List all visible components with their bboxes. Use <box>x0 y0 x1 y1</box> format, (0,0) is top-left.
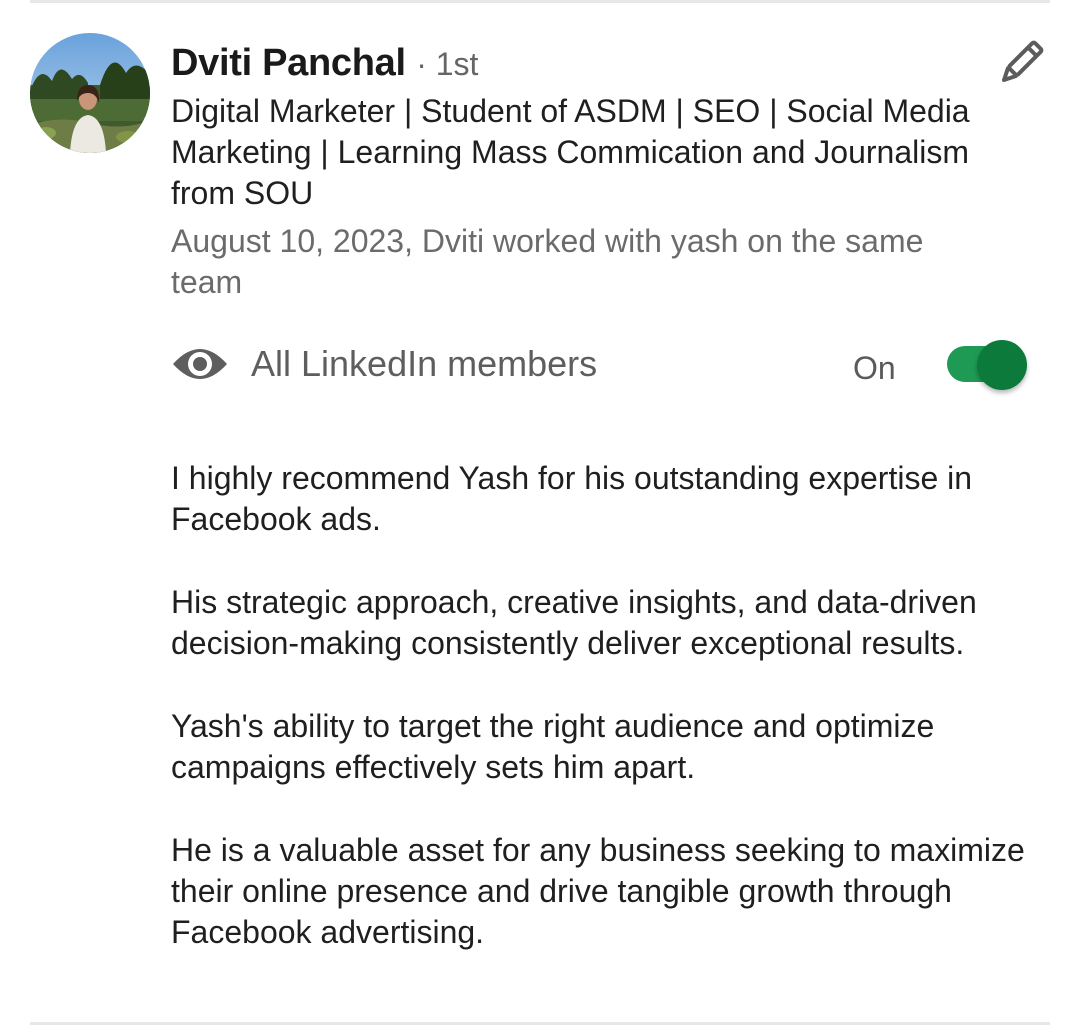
top-divider <box>30 0 1050 3</box>
eye-icon <box>173 349 227 379</box>
avatar[interactable] <box>30 33 150 153</box>
toggle-state-label: On <box>853 350 896 386</box>
toggle-thumb[interactable] <box>977 340 1027 390</box>
pencil-icon <box>1002 40 1044 82</box>
recommendation-paragraph: Yash's ability to target the right audie… <box>171 708 935 785</box>
bottom-divider <box>30 1022 1050 1025</box>
connection-degree: · 1st <box>416 46 479 82</box>
avatar-photo <box>30 33 150 153</box>
relationship-info: August 10, 2023, Dviti worked with yash … <box>171 223 924 300</box>
recommender-name[interactable]: Dviti Panchal <box>171 42 406 84</box>
recommender-headline: Digital Marketer | Student of ASDM | SEO… <box>171 93 970 211</box>
visibility-row: All LinkedIn members On <box>171 336 1031 392</box>
visibility-toggle[interactable] <box>945 338 1029 392</box>
recommendation-paragraph: His strategic approach, creative insight… <box>171 584 977 661</box>
recommendation-paragraph: He is a valuable asset for any business … <box>171 832 1025 950</box>
recommendation-paragraph: I highly recommend Yash for his outstand… <box>171 460 973 537</box>
recommender-name-line: Dviti Panchal · 1st <box>171 40 478 94</box>
edit-button[interactable] <box>990 32 1052 94</box>
recommendation-text: I highly recommend Yash for his outstand… <box>171 458 1051 995</box>
visibility-label: All LinkedIn members <box>251 343 598 384</box>
